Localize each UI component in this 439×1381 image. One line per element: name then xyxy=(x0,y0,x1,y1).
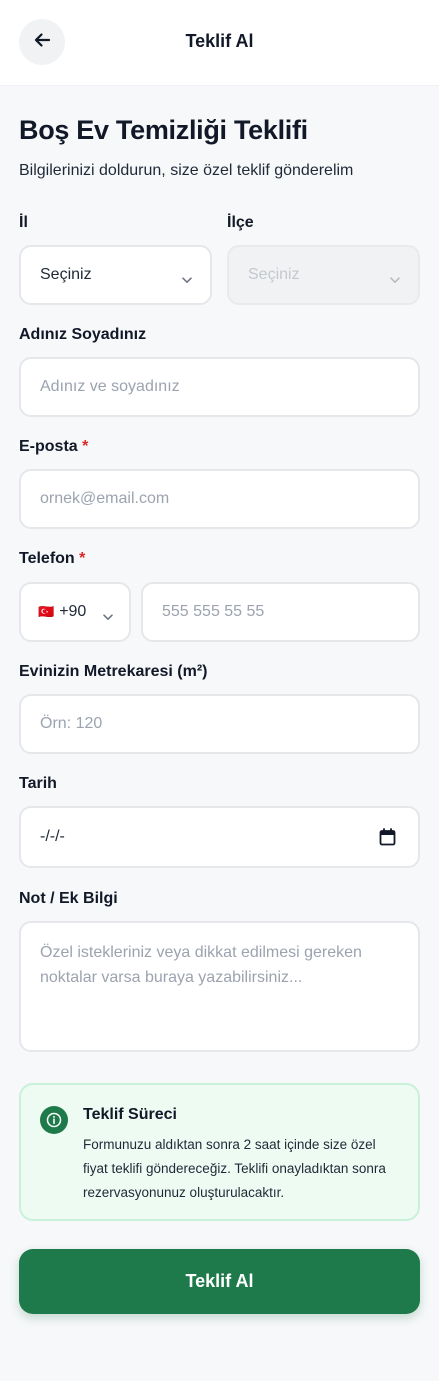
name-input-placeholder: Adınız ve soyadınız xyxy=(40,378,180,395)
phone-label-text: Telefon xyxy=(19,550,75,567)
submit-button[interactable]: Teklif Al xyxy=(19,1249,420,1314)
area-input[interactable]: Örn: 120 xyxy=(19,694,420,754)
info-box: Teklif Süreci Formunuzu aldıktan sonra 2… xyxy=(19,1083,420,1221)
turkey-flag-icon: 🇹🇷 xyxy=(38,604,55,619)
ilce-select[interactable]: Seçiniz xyxy=(227,245,420,305)
name-input[interactable]: Adınız ve soyadınız xyxy=(19,357,420,417)
phone-input-placeholder: 555 555 55 55 xyxy=(162,603,265,620)
note-textarea[interactable]: Özel istekleriniz veya dikkat edilmesi g… xyxy=(19,921,420,1052)
il-select[interactable]: Seçiniz xyxy=(19,245,212,305)
info-title: Teklif Süreci xyxy=(83,1106,177,1123)
email-field-placeholder: ornek@email.com xyxy=(40,490,170,507)
area-label: Evinizin Metrekaresi (m²) xyxy=(19,663,208,680)
ilce-label: İlçe xyxy=(227,214,254,231)
il-label: İl xyxy=(19,214,28,231)
email-label-text: E-posta xyxy=(19,438,78,455)
phone-input[interactable]: 555 555 55 55 xyxy=(141,582,420,642)
date-label: Tarih xyxy=(19,775,57,792)
phone-label: Telefon * xyxy=(19,550,85,568)
note-label: Not / Ek Bilgi xyxy=(19,890,118,907)
email-field[interactable]: ornek@email.com xyxy=(19,469,420,529)
date-input-value: -/-/- xyxy=(40,828,65,845)
header-title: Teklif Al xyxy=(185,31,254,51)
area-input-placeholder: Örn: 120 xyxy=(40,715,103,732)
page-subtitle: Bilgilerinizi doldurun, size özel teklif… xyxy=(19,162,354,179)
country-code-select[interactable]: 🇹🇷 +90 xyxy=(19,582,131,642)
info-icon xyxy=(40,1106,68,1134)
required-mark: * xyxy=(82,438,89,455)
info-text: Formunuzu aldıktan sonra 2 saat içinde s… xyxy=(83,1137,386,1200)
name-label: Adınız Soyadınız xyxy=(19,326,147,343)
email-label: E-posta * xyxy=(19,438,88,456)
chevron-down-icon xyxy=(103,608,113,626)
required-mark: * xyxy=(79,550,86,567)
page-title: Boş Ev Temizliği Teklifi xyxy=(19,115,308,145)
chevron-down-icon xyxy=(390,271,400,289)
country-code-value: +90 xyxy=(59,603,87,620)
date-input[interactable]: -/-/- xyxy=(19,806,420,868)
calendar-icon[interactable] xyxy=(379,828,396,851)
top-bar: Teklif Al xyxy=(0,0,439,86)
ilce-select-placeholder: Seçiniz xyxy=(248,266,300,283)
chevron-down-icon xyxy=(182,271,192,289)
il-select-value: Seçiniz xyxy=(40,266,92,283)
note-textarea-placeholder: Özel istekleriniz veya dikkat edilmesi g… xyxy=(40,944,362,986)
